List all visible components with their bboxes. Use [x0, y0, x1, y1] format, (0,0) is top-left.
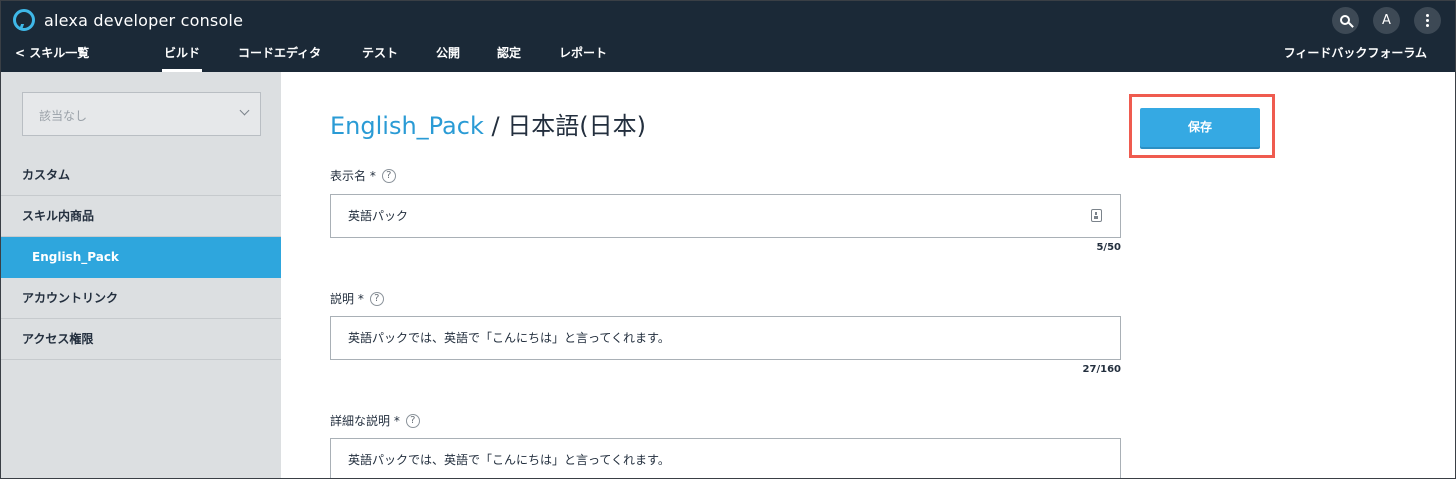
- skill-select[interactable]: 該当なし: [22, 92, 261, 136]
- skill-select-value: 該当なし: [39, 109, 88, 123]
- help-icon[interactable]: ?: [369, 291, 384, 306]
- display-name-field[interactable]: 英語パック: [330, 194, 1121, 238]
- search-icon: [1339, 14, 1350, 25]
- back-to-skills-link[interactable]: < スキル一覧: [15, 44, 89, 61]
- header-actions: A: [1332, 7, 1441, 34]
- tab-code-editor[interactable]: コードエディタ: [238, 44, 321, 61]
- main-content: English_Pack / 日本語(日本) 保存 表示名 * ? 英語パック …: [281, 72, 1455, 478]
- sidebar-item-permissions[interactable]: アクセス権限: [1, 319, 281, 360]
- tab-test[interactable]: テスト: [362, 44, 398, 61]
- more-menu-button[interactable]: [1414, 7, 1441, 34]
- chevron-down-icon: [239, 105, 250, 116]
- brand[interactable]: alexa developer console: [13, 9, 243, 31]
- sidebar-item-in-skill-products[interactable]: スキル内商品: [1, 196, 281, 237]
- tab-reports[interactable]: レポート: [559, 44, 607, 61]
- description-field[interactable]: 英語パックでは、英語で「こんにちは」と言ってくれます。: [330, 316, 1121, 360]
- description-label-text: 説明 *: [330, 292, 364, 306]
- save-button[interactable]: 保存: [1140, 108, 1260, 147]
- sidebar-item-english-pack[interactable]: English_Pack: [1, 237, 281, 278]
- back-label: スキル一覧: [29, 46, 90, 60]
- detailed-description-label: 詳細な説明 * ?: [330, 412, 420, 429]
- page-title: English_Pack / 日本語(日本): [330, 106, 646, 141]
- title-separator: /: [483, 112, 508, 140]
- detailed-description-field[interactable]: 英語パックでは、英語で「こんにちは」と言ってくれます。: [330, 438, 1121, 478]
- product-name-link[interactable]: English_Pack: [330, 112, 484, 140]
- chevron-left-icon: <: [15, 46, 26, 60]
- app-title: alexa developer console: [44, 10, 244, 30]
- top-header: alexa developer console A < スキル一覧 ビルド コー…: [1, 1, 1455, 72]
- help-icon[interactable]: ?: [405, 413, 420, 428]
- display-name-counter: 5/50: [1096, 242, 1121, 253]
- display-name-value: 英語パック: [348, 209, 409, 223]
- tab-build[interactable]: ビルド: [161, 44, 203, 72]
- description-label: 説明 * ?: [330, 290, 384, 307]
- title-locale: 日本語(日本): [507, 112, 646, 140]
- display-name-label-text: 表示名 *: [330, 169, 376, 183]
- app-window: alexa developer console A < スキル一覧 ビルド コー…: [0, 0, 1456, 479]
- description-counter: 27/160: [1082, 364, 1121, 375]
- kebab-menu-icon: [1426, 14, 1429, 27]
- tab-publish[interactable]: 公開: [436, 44, 460, 61]
- search-button[interactable]: [1332, 7, 1359, 34]
- tab-certification[interactable]: 認定: [497, 44, 521, 61]
- detailed-description-value: 英語パックでは、英語で「こんにちは」と言ってくれます。: [348, 453, 670, 467]
- sidebar-item-account-linking[interactable]: アカウントリンク: [1, 278, 281, 319]
- sidebar: 該当なし カスタム スキル内商品 English_Pack アカウントリンク ア…: [1, 72, 281, 478]
- contact-card-icon[interactable]: [1091, 209, 1102, 222]
- alexa-logo-icon: [13, 9, 35, 31]
- main-nav: < スキル一覧 ビルド コードエディタ テスト 公開 認定 レポート フィードバ…: [1, 37, 1455, 72]
- display-name-label: 表示名 * ?: [330, 167, 396, 184]
- description-value: 英語パックでは、英語で「こんにちは」と言ってくれます。: [348, 331, 670, 345]
- feedback-forum-link[interactable]: フィードバックフォーラム: [1284, 44, 1427, 61]
- help-icon[interactable]: ?: [381, 168, 396, 183]
- sidebar-item-custom[interactable]: カスタム: [1, 155, 281, 196]
- detailed-description-label-text: 詳細な説明 *: [330, 414, 400, 428]
- account-avatar[interactable]: A: [1373, 7, 1400, 34]
